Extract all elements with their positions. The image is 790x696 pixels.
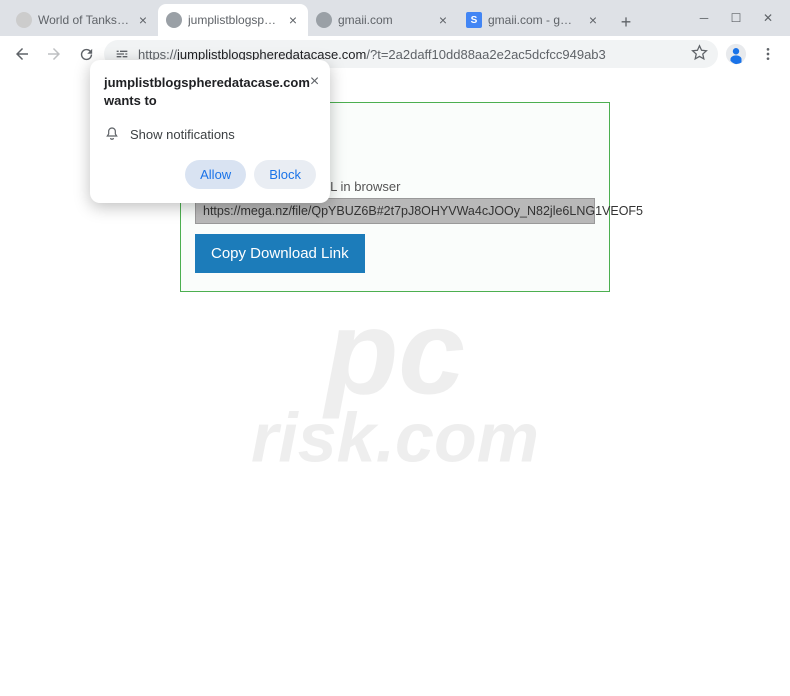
tab-title: gmaii.com - gmaii Resourc xyxy=(488,13,582,27)
new-tab-button[interactable]: + xyxy=(612,8,640,36)
minimize-button[interactable]: ─ xyxy=(690,4,718,32)
menu-button[interactable] xyxy=(754,40,782,68)
dots-vertical-icon xyxy=(760,46,776,62)
tab-1-active[interactable]: jumplistblogspheredatacas × xyxy=(158,4,308,36)
reload-icon xyxy=(78,46,95,63)
close-icon[interactable]: × xyxy=(310,74,319,90)
star-icon xyxy=(691,44,708,61)
allow-button[interactable]: Allow xyxy=(185,160,246,189)
close-icon[interactable]: × xyxy=(136,13,150,27)
tab-title: jumplistblogspheredatacas xyxy=(188,13,282,27)
person-icon xyxy=(725,43,747,65)
globe-icon xyxy=(316,12,332,28)
close-window-button[interactable]: ✕ xyxy=(754,4,782,32)
tab-title: gmaii.com xyxy=(338,13,432,27)
tab-3[interactable]: S gmaii.com - gmaii Resourc × xyxy=(458,4,608,36)
arrow-left-icon xyxy=(13,45,31,63)
window-controls: ─ ☐ ✕ xyxy=(690,0,790,36)
maximize-button[interactable]: ☐ xyxy=(722,4,750,32)
profile-button[interactable] xyxy=(722,40,750,68)
bookmark-button[interactable] xyxy=(691,44,708,64)
notification-title: jumplistblogspheredatacase.com wants to xyxy=(104,74,310,110)
notification-permission-label: Show notifications xyxy=(130,127,235,142)
watermark: pc risk.com xyxy=(251,299,539,470)
tab-title: World of Tanks – nemokam xyxy=(38,13,132,27)
copy-download-link-button[interactable]: Copy Download Link xyxy=(195,234,365,273)
tab-0[interactable]: World of Tanks – nemokam × xyxy=(8,4,158,36)
block-button[interactable]: Block xyxy=(254,160,316,189)
notification-permission-popup: jumplistblogspheredatacase.com wants to … xyxy=(90,60,330,203)
back-button[interactable] xyxy=(8,40,36,68)
arrow-right-icon xyxy=(45,45,63,63)
forward-button[interactable] xyxy=(40,40,68,68)
favicon-icon: S xyxy=(466,12,482,28)
notification-permission-row: Show notifications xyxy=(104,126,316,142)
close-icon[interactable]: × xyxy=(586,13,600,27)
favicon-icon xyxy=(16,12,32,28)
tab-2[interactable]: gmaii.com × xyxy=(308,4,458,36)
globe-icon xyxy=(166,12,182,28)
close-icon[interactable]: × xyxy=(436,13,450,27)
tab-strip: World of Tanks – nemokam × jumplistblogs… xyxy=(0,0,790,36)
close-icon[interactable]: × xyxy=(286,13,300,27)
bell-icon xyxy=(104,126,120,142)
